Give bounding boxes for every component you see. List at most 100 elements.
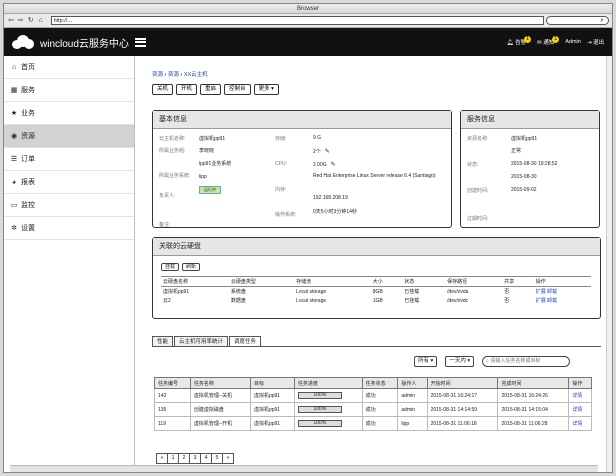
task-detail-link[interactable]: 详情 [568,388,592,403]
system-value: lipp [199,174,207,180]
resource-name-value: 虚拟机pp91 [511,136,538,142]
sidebar-item-3[interactable]: ◉ 资源 [4,125,134,148]
task-column-header: 任务进度 [293,377,363,389]
memory-label: 内存: [275,187,287,193]
vertical-scrollbar[interactable] [606,56,612,472]
alerts-badge: 1 [524,35,532,43]
tab-availability[interactable]: 云主机可用率统计 [174,336,229,346]
pagination: «1 2 3 4 5» [156,453,234,464]
period-select[interactable]: 一天内 ▾ [445,356,475,367]
tab-scheduled-tasks[interactable]: 调度任务 [229,336,262,346]
vm-toolbar: 关机 开机 重启 控制台 更多 ▾ [152,84,279,95]
task-cell: 2015-08-31 11:06:18 [426,416,499,431]
disk-column-header: 存储池 [294,276,371,287]
forward-icon[interactable]: ⇨ [17,17,25,25]
task-cell: 135 [154,402,191,417]
task-cell: 成功 [361,388,399,403]
disks-table: 云硬盘名称 云硬盘类型 存储池 大小 状态 保存路径 共享 操作 虚拟机pp91 系统盘 Loca… [161,276,591,305]
menu-toggle-icon[interactable] [134,37,146,47]
task-cell: 119 [154,416,191,431]
address-bar[interactable]: http://... [50,16,544,25]
task-cell: 创建虚拟磁盘 [189,402,251,417]
sidebar-item-label: 设置 [21,224,35,232]
mail-icon: ✉ [537,39,542,46]
disk-cell: 否 [504,298,510,304]
task-cell: lipp [397,416,428,431]
disk-row: 虚拟机pp91 系统盘 Local storage 8GB 已挂载/dev/xvda 否 扩… [161,287,591,297]
start-button[interactable]: 开机 [176,84,198,95]
sidebar-item-7[interactable]: ✲ 设置 [4,217,134,240]
browser-search-input[interactable]: ⌕ [545,16,609,25]
task-column-header: 目标 [249,377,295,389]
service-info-title: 服务信息 [461,111,599,129]
edit-icon[interactable]: ✎ [325,149,330,155]
disk-actions[interactable]: 扩展 卸载 [534,287,591,297]
disk-column-header: 云硬盘名称 [161,276,229,287]
home-icon[interactable]: ⌂ [37,17,45,25]
sidebar-item-2[interactable]: ★ 业务 [4,102,134,125]
task-detail-link[interactable]: 详情 [568,402,592,417]
sidebar-item-label: 首页 [21,63,35,71]
restart-button[interactable]: 重启 [200,84,222,95]
scope-select[interactable]: 所有 ▾ [414,356,438,367]
alerts-link[interactable]: 🔔︎ 告警1 [506,35,532,47]
breadcrumb-link-2[interactable]: 资源 [168,72,179,78]
task-column-header: 开始时间 [426,377,499,389]
task-row: 143 虚拟机管理--关机 虚拟机pp91 100% 成功 admin 2015-08-31… [154,388,592,403]
page-button[interactable]: » [222,453,234,464]
disk-actions[interactable]: 扩展 卸载 [534,296,591,305]
task-progress-bar: 100% [297,406,342,413]
tab-divider [152,346,601,347]
disk-column-header: 状态 [402,276,446,287]
caret-down-icon: ▾ [271,86,274,92]
sidebar-item-5[interactable]: ◕ 报表 [4,171,134,194]
service-info-panel: 服务信息 资源名称: 虚拟机pp91 正常 状态: 2015-08-30 19:… [460,110,600,228]
disk-cell: 数据盘 [230,298,246,304]
monitor-icon: ▭ [10,201,18,209]
console-button[interactable]: 控制台 [224,84,251,95]
horizontal-scrollbar[interactable] [10,465,598,472]
search-icon: ⌕ [486,358,489,364]
mount-button[interactable]: 挂载 [161,263,180,271]
storage-label: 存储: [275,136,287,142]
disk-cell: 1GB [372,297,383,304]
task-column-header: 任务名称 [189,377,251,389]
bell-icon: 🔔︎ [506,39,514,46]
disk-cell: 否 [504,289,510,295]
refresh-icon[interactable]: ↻ [27,17,35,25]
more-dropdown[interactable]: 更多 ▾ [253,84,279,95]
create-time-value: 2015-09-02 [511,187,537,193]
tab-performance[interactable]: 性能 [152,336,174,346]
back-icon[interactable]: ⇦ [7,17,15,25]
task-search-input[interactable]: ⌕ 请输入任务名称或目标 [482,356,571,367]
disk-column-header: 大小 [370,276,403,287]
disk-cell: Local storage [296,297,327,304]
edit-icon[interactable]: ✎ [331,162,336,168]
person-label: 负责人: [159,193,176,199]
disks-panel: 关联的云硬盘 挂载 刷新 云硬盘名称 云硬盘类型 存储池 大小 状态 保存路径 共享 操作 虚… [152,237,601,319]
app-header: wincloud云服务中心 🔔︎ 告警1 ✉ 通知1 Admin ⇥ 退出 [4,28,612,56]
user-menu[interactable]: Admin [565,39,581,45]
task-cell: 成功 [361,416,399,431]
sidebar-item-0[interactable]: ⌂ 首页 [4,56,134,79]
disk-cell: 8GB [372,288,383,295]
disk-cell: /dev/xvda [447,288,469,295]
refresh-button[interactable]: 刷新 [182,263,201,271]
sidebar-item-4[interactable]: ☰ 订单 [4,148,134,171]
resource-name-label: 资源名称: [467,136,489,142]
task-cell: admin [397,388,428,403]
logout-link[interactable]: ⇥ 退出 [587,38,604,46]
breadcrumb: 资源 › 资源 › XX云主机 [152,72,208,78]
breadcrumb-link-1[interactable]: 资源 [152,72,163,78]
notices-link[interactable]: ✉ 通知1 [537,35,560,47]
task-detail-link[interactable]: 详情 [568,416,592,431]
sidebar-item-1[interactable]: ▦ 服务 [4,79,134,102]
task-column-header: 完成时间 [497,377,570,389]
sidebar-item-6[interactable]: ▭ 监控 [4,194,134,217]
disk-cell: 虚拟机pp91 [163,289,190,295]
disk-column-header: 共享 [502,276,534,287]
shutdown-button[interactable]: 关机 [152,84,174,95]
notices-badge: 1 [552,35,560,43]
star-icon: ★ [10,109,18,117]
disk-column-header: 操作 [533,276,591,287]
